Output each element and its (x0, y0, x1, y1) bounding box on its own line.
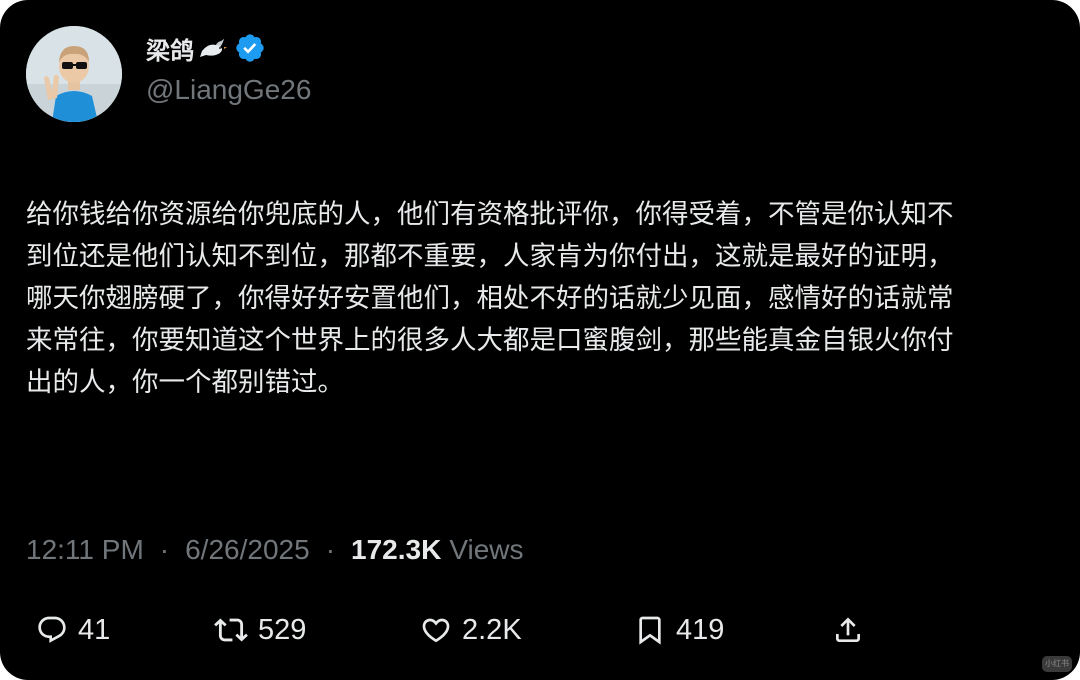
bookmark-count: 419 (676, 613, 725, 646)
tweet-date[interactable]: 6/26/2025 (185, 534, 310, 566)
reply-icon (38, 616, 66, 643)
action-bar: 41 529 2.2K 419 (0, 604, 1080, 656)
avatar-image (26, 26, 122, 122)
tweet-time[interactable]: 12:11 PM (26, 534, 144, 566)
author-name-row[interactable]: 梁鸽 (146, 28, 266, 68)
heart-icon (422, 618, 450, 643)
avatar[interactable] (26, 26, 122, 122)
bookmark-icon (639, 616, 661, 645)
repost-icon (214, 618, 248, 642)
repost-button[interactable]: 529 (214, 604, 306, 656)
like-count: 2.2K (462, 613, 522, 646)
watermark-logo: 小红书 (1042, 656, 1072, 672)
tweet-meta: 12:11 PM · 6/26/2025 · 172.3K Views (26, 530, 524, 570)
share-button[interactable] (832, 604, 864, 656)
verified-badge-icon (234, 32, 266, 64)
share-icon (836, 617, 860, 642)
author-handle[interactable]: @LiangGe26 (146, 74, 311, 106)
meta-separator: · (325, 534, 336, 565)
like-button[interactable]: 2.2K (420, 604, 522, 656)
display-name[interactable]: 梁鸽 (146, 31, 194, 66)
views-count[interactable]: 172.3K (351, 534, 441, 566)
meta-separator: · (159, 534, 170, 565)
reply-button[interactable]: 41 (36, 604, 110, 656)
dove-icon (198, 35, 228, 61)
bookmark-button[interactable]: 419 (634, 604, 724, 656)
tweet-text: 给你钱给你资源给你兜底的人，他们有资格批评你，你得受着，不管是你认知不 到位还是… (26, 199, 954, 398)
reply-count: 41 (78, 613, 111, 646)
views-label: Views (449, 534, 524, 565)
repost-count: 529 (258, 613, 307, 646)
tweet-card: 梁鸽 @LiangGe26 给你钱给你资源给你兜底的人，他们有资格批评你，你得受… (0, 0, 1080, 680)
